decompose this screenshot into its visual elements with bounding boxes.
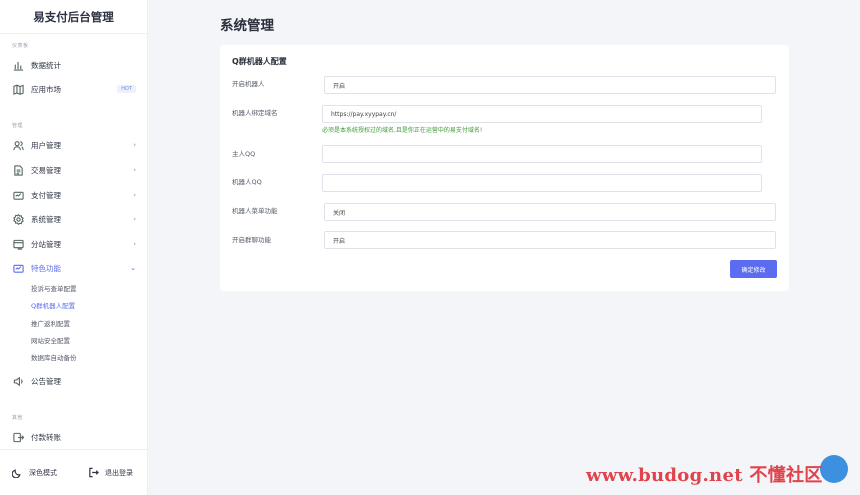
brand-title: 易支付后台管理 <box>0 0 147 34</box>
section-manage-title: 管理 <box>12 123 24 129</box>
sidebar-item-label: 特色功能 <box>31 263 61 273</box>
hot-badge: HOT <box>117 85 136 93</box>
sidebar-item-announcements[interactable]: 公告管理 <box>0 372 148 390</box>
submenu-qq-robot-config[interactable]: Q群机器人配置 <box>31 299 75 311</box>
transfer-icon <box>12 431 24 443</box>
submenu-db-backup[interactable]: 数据库自动备份 <box>31 351 77 363</box>
dark-mode-button[interactable]: 深色模式 <box>12 467 57 478</box>
chevron-right-icon: › <box>133 191 136 199</box>
group-chat-select[interactable]: 开启 <box>324 231 776 249</box>
sidebar-item-payments[interactable]: 支付管理 › <box>0 186 148 204</box>
submenu-security-config[interactable]: 网站安全配置 <box>31 334 70 346</box>
chevron-down-icon: ⌄ <box>130 264 136 272</box>
floating-action-button[interactable] <box>820 455 848 483</box>
field-label-enable-robot: 开启机器人 <box>232 80 265 88</box>
sidebar-item-transactions[interactable]: 交易管理 › <box>0 161 148 179</box>
config-card: Q群机器人配置 开启机器人 开启 机器人绑定域名 https://pay.xyy… <box>220 45 789 291</box>
sidebar-item-label: 系统管理 <box>31 214 61 224</box>
feature-icon <box>12 262 24 274</box>
sidebar-item-label: 支付管理 <box>31 190 61 200</box>
sidebar: 易支付后台管理 仪表板 数据统计 应用市场 HOT 管理 用户管理 › 交易管理… <box>0 0 148 495</box>
sidebar-item-label: 分站管理 <box>31 239 61 249</box>
sidebar-item-label: 交易管理 <box>31 165 61 175</box>
submenu-complaint-config[interactable]: 投诉与查单配置 <box>31 282 77 294</box>
sidebar-item-substations[interactable]: 分站管理 › <box>0 235 148 253</box>
sidebar-item-app-market[interactable]: 应用市场 HOT <box>0 80 148 98</box>
sidebar-item-label: 公告管理 <box>31 376 61 386</box>
sidebar-item-users[interactable]: 用户管理 › <box>0 136 148 154</box>
submenu-referral-config[interactable]: 推广返利配置 <box>31 317 70 329</box>
bar-chart-icon <box>12 59 24 71</box>
sidebar-item-label: 用户管理 <box>31 140 61 150</box>
field-label-robot-qq: 机器人QQ <box>232 178 262 186</box>
chevron-right-icon: › <box>133 240 136 248</box>
speaker-icon <box>12 375 24 387</box>
field-label-robot-menu: 机器人菜单功能 <box>232 207 278 215</box>
sidebar-item-transfer[interactable]: 付款转账 <box>0 428 148 446</box>
logout-button[interactable]: 退出登录 <box>88 467 133 478</box>
field-label-owner-qq: 主人QQ <box>232 150 256 158</box>
section-other-title: 其他 <box>12 415 24 421</box>
chevron-right-icon: › <box>133 215 136 223</box>
site-icon <box>12 238 24 250</box>
sidebar-item-system[interactable]: 系统管理 › <box>0 210 148 228</box>
robot-domain-help: 必须是本系统授权过的域名,且是你正在运营中的易支付域名! <box>322 127 483 134</box>
robot-domain-input[interactable]: https://pay.xyypay.cn/ <box>322 105 762 123</box>
enable-robot-select[interactable]: 开启 <box>324 76 776 94</box>
section-dashboard-title: 仪表板 <box>12 43 29 49</box>
logout-icon <box>89 467 99 478</box>
robot-menu-select[interactable]: 关闭 <box>324 203 776 221</box>
submit-button[interactable]: 确定修改 <box>730 260 777 278</box>
logout-label: 退出登录 <box>105 468 133 477</box>
field-label-robot-domain: 机器人绑定域名 <box>232 109 278 117</box>
field-label-group-chat: 开启群聊功能 <box>232 236 271 244</box>
gear-icon <box>12 213 24 225</box>
sidebar-item-label: 付款转账 <box>31 432 61 442</box>
chevron-right-icon: › <box>133 166 136 174</box>
card-title: Q群机器人配置 <box>232 57 287 66</box>
users-icon <box>12 139 24 151</box>
moon-icon <box>12 469 21 478</box>
dark-mode-label: 深色模式 <box>29 468 57 477</box>
watermark: www.budog.net 不懂社区 <box>586 465 823 486</box>
sidebar-item-features[interactable]: 特色功能 ⌄ <box>0 259 148 277</box>
page-title: 系统管理 <box>220 18 274 34</box>
payment-icon <box>12 189 24 201</box>
owner-qq-input[interactable] <box>322 145 762 163</box>
document-icon <box>12 164 24 176</box>
chevron-right-icon: › <box>133 141 136 149</box>
sidebar-item-label: 应用市场 <box>31 84 61 94</box>
map-icon <box>12 83 24 95</box>
sidebar-item-statistics[interactable]: 数据统计 <box>0 56 148 74</box>
robot-qq-input[interactable] <box>322 174 762 192</box>
sidebar-item-label: 数据统计 <box>31 60 61 70</box>
sidebar-footer: 深色模式 退出登录 <box>0 449 148 495</box>
